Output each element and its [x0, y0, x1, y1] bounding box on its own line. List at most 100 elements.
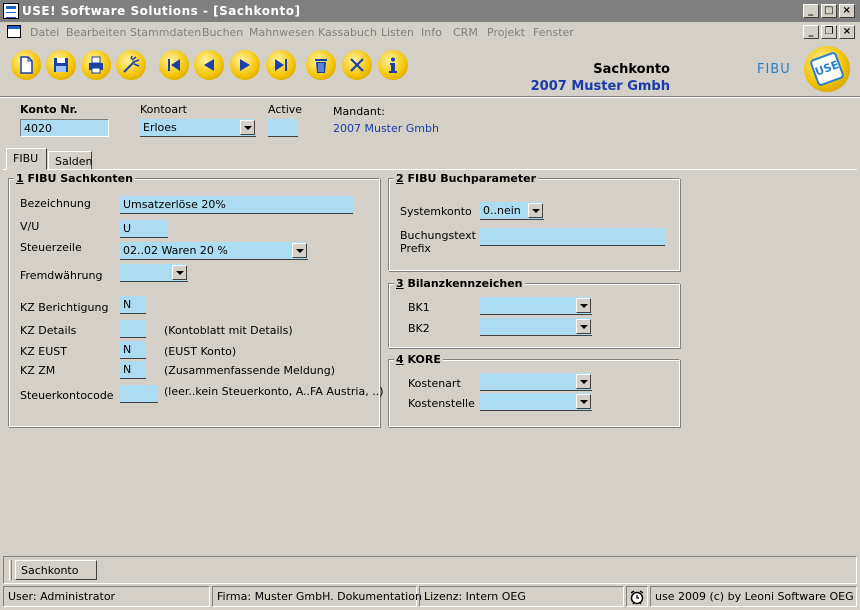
close-button[interactable]: ×: [839, 4, 855, 18]
maximize-button[interactable]: □: [821, 4, 837, 18]
menu-kassabuch[interactable]: Kassabuch: [318, 26, 377, 39]
bk2-label: BK2: [408, 322, 430, 335]
steuerzeile-value: 02..02 Waren 20 %: [123, 244, 228, 257]
last-icon[interactable]: [266, 50, 296, 80]
kz-berichtigung-label: KZ Berichtigung: [20, 301, 109, 314]
kostenstelle-select[interactable]: [480, 393, 592, 411]
kz-eust-label: KZ EUST: [20, 345, 67, 358]
steuerkontocode-input[interactable]: [120, 385, 158, 403]
chevron-down-icon[interactable]: [528, 203, 543, 218]
tab-page-border: [3, 169, 857, 170]
tab-salden[interactable]: Salden: [48, 151, 93, 170]
steuerzeile-select[interactable]: 02..02 Waren 20 %: [120, 242, 308, 260]
fibu-sachkonten-legend: 1 FIBU Sachkonten: [14, 172, 135, 185]
bezeichnung-input[interactable]: Umsatzerlöse 20%: [120, 196, 353, 214]
fremdwaehrung-select[interactable]: [120, 264, 188, 282]
steuerkontocode-hint: (leer..kein Steuerkonto, A..FA Austria, …: [164, 385, 384, 398]
child-close-button[interactable]: ×: [839, 25, 855, 39]
buchungstext-prefix-input[interactable]: [480, 228, 665, 246]
kz-details-label: KZ Details: [20, 324, 77, 337]
child-restore-button[interactable]: ❐: [821, 25, 837, 39]
delete-icon[interactable]: [306, 50, 336, 80]
header-divider: [0, 96, 860, 98]
cancel-icon[interactable]: [342, 50, 372, 80]
menu-listen[interactable]: Listen: [381, 26, 414, 39]
konto-nr-label: Konto Nr.: [20, 103, 78, 116]
module-logo: FIBU: [757, 62, 791, 77]
chevron-down-icon[interactable]: [576, 319, 591, 334]
systemkonto-label: Systemkonto: [400, 205, 472, 218]
chevron-down-icon[interactable]: [576, 298, 591, 313]
chevron-down-icon[interactable]: [576, 374, 591, 389]
status-copyright: use 2009 (c) by Leoni Software OEG: [650, 586, 857, 607]
kostenart-select[interactable]: [480, 373, 592, 391]
fremdwaehrung-label: Fremdwährung: [20, 269, 103, 282]
kontoart-select[interactable]: Erloes: [140, 119, 256, 137]
child-minimize-button[interactable]: _: [803, 25, 819, 39]
chevron-down-icon[interactable]: [576, 394, 591, 409]
kz-zm-input[interactable]: N: [120, 361, 146, 379]
first-icon[interactable]: [159, 50, 189, 80]
clear-icon[interactable]: [116, 50, 146, 80]
chevron-down-icon[interactable]: [240, 120, 255, 135]
title-bar: USE! Software Solutions - [Sachkonto] _ …: [0, 0, 860, 22]
status-firma: Firma: Muster GmbH. Dokumentation: [212, 586, 422, 607]
window-title: USE! Software Solutions - [Sachkonto]: [22, 4, 301, 18]
kz-eust-hint: (EUST Konto): [164, 345, 237, 358]
bilanzkennzeichen-legend: 3 Bilanzkennzeichen: [394, 277, 525, 290]
kz-eust-input[interactable]: N: [120, 341, 146, 359]
active-label: Active: [268, 103, 303, 116]
kz-zm-label: KZ ZM: [20, 364, 56, 377]
info-icon[interactable]: [378, 50, 408, 80]
steuerzeile-label: Steuerzeile: [20, 241, 82, 254]
kore-legend: 4 KORE: [394, 353, 443, 366]
status-clock-box: [626, 586, 648, 607]
chevron-down-icon[interactable]: [292, 243, 307, 258]
buchungstext-label: Buchungstext: [400, 229, 476, 242]
menu-stammdaten[interactable]: Stammdaten: [130, 26, 201, 39]
fibu-buchparameter-panel: [388, 178, 680, 271]
status-user: User: Administrator: [3, 586, 210, 607]
menu-datei[interactable]: Datei: [30, 26, 59, 39]
document-menu-icon[interactable]: [7, 25, 21, 38]
fibu-buchparameter-legend: 2 FIBU Buchparameter: [394, 172, 539, 185]
use-logo: USE: [804, 46, 850, 92]
bilanzkennzeichen-panel: [388, 283, 680, 348]
menu-mahnwesen[interactable]: Mahnwesen: [249, 26, 314, 39]
chevron-down-icon[interactable]: [172, 265, 187, 280]
systemkonto-select[interactable]: 0..nein: [480, 202, 544, 220]
systemkonto-value: 0..nein: [483, 204, 521, 217]
menu-info[interactable]: Info: [421, 26, 442, 39]
bk1-label: BK1: [408, 301, 430, 314]
bk2-select[interactable]: [480, 318, 592, 336]
bk1-select[interactable]: [480, 297, 592, 315]
kz-details-input[interactable]: [120, 320, 146, 338]
vu-input[interactable]: U: [120, 220, 168, 238]
kontoart-value: Erloes: [143, 121, 177, 134]
tab-fibu[interactable]: FIBU: [6, 148, 47, 170]
menu-bearbeiten[interactable]: Bearbeiten: [66, 26, 126, 39]
previous-icon[interactable]: [194, 50, 224, 80]
use-logo-text: USE: [809, 51, 845, 87]
minimize-button[interactable]: _: [803, 4, 819, 18]
kz-berichtigung-input[interactable]: N: [120, 296, 146, 314]
window-tab-sachkonto[interactable]: Sachkonto: [15, 560, 97, 580]
konto-nr-input[interactable]: 4020: [20, 119, 109, 137]
bezeichnung-label: Bezeichnung: [20, 197, 91, 210]
active-input[interactable]: [268, 119, 298, 137]
menu-projekt[interactable]: Projekt: [487, 26, 525, 39]
print-icon[interactable]: [81, 50, 111, 80]
prefix-label: Prefix: [400, 242, 431, 255]
status-lizenz: Lizenz: Intern OEG: [419, 586, 624, 607]
kontoart-label: Kontoart: [140, 103, 187, 116]
mandant-label: Mandant:: [333, 105, 385, 118]
menu-buchen[interactable]: Buchen: [202, 26, 243, 39]
menu-fenster[interactable]: Fenster: [533, 26, 574, 39]
save-icon[interactable]: [46, 50, 76, 80]
next-icon[interactable]: [230, 50, 260, 80]
steuerkontocode-label: Steuerkontocode: [20, 389, 114, 402]
vu-label: V/U: [20, 220, 40, 233]
new-icon[interactable]: [11, 50, 41, 80]
app-icon[interactable]: [3, 3, 19, 19]
menu-crm[interactable]: CRM: [453, 26, 478, 39]
